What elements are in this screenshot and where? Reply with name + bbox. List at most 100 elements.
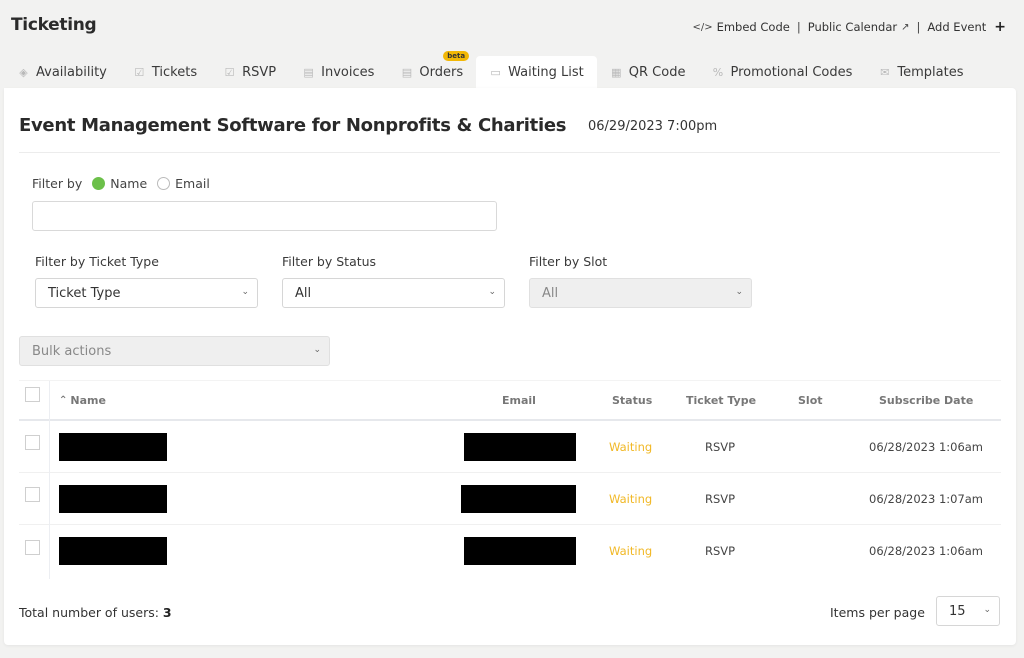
tab-waiting-list[interactable]: ▭ Waiting List (476, 56, 597, 88)
subscribe-date-cell: 06/28/2023 1:06am (869, 544, 984, 558)
tag-icon: ◈ (19, 65, 28, 79)
table-row: Waiting RSVP 06/28/2023 1:07am (19, 473, 1001, 526)
event-title: Event Management Software for Nonprofits… (19, 115, 567, 136)
items-per-page-value: 15 (949, 603, 966, 619)
tab-label: Tickets (151, 64, 198, 80)
chevron-down-icon: ⌄ (241, 287, 249, 297)
select-all-checkbox[interactable] (25, 386, 40, 402)
tab-label: Promotional Codes (730, 64, 853, 80)
tab-invoices[interactable]: ▤ Invoices (289, 56, 387, 88)
app-title: Ticketing (11, 15, 97, 35)
qr-code-icon: ▦ (611, 65, 622, 79)
status-select[interactable]: All ⌄ (282, 278, 505, 308)
status-cell: Waiting (609, 439, 653, 454)
chevron-down-icon: ⌄ (313, 345, 321, 355)
status-cell: Waiting (609, 544, 653, 558)
external-link-icon: ↗ (901, 21, 910, 33)
tab-availability[interactable]: ◈ Availability (4, 56, 120, 88)
items-per-page-select[interactable]: 15 ⌄ (936, 596, 1000, 626)
tab-rsvp[interactable]: ☑ RSVP (210, 56, 289, 88)
status-cell: Waiting (609, 491, 653, 506)
list-icon: ▭ (490, 65, 501, 79)
bulk-actions-select[interactable]: Bulk actions ⌄ (19, 336, 330, 366)
search-input[interactable] (32, 201, 497, 231)
chevron-down-icon: ⌄ (983, 605, 991, 615)
name-header-label: Name (70, 393, 106, 407)
name-cell (59, 525, 167, 577)
items-per-page-label: Items per page (830, 605, 925, 620)
tab-qr-code[interactable]: ▦ QR Code (597, 56, 699, 88)
tab-label: QR Code (628, 64, 686, 80)
tab-label: Availability (36, 64, 107, 80)
row-checkbox[interactable] (25, 539, 40, 555)
radio-name-label: Name (110, 176, 148, 191)
event-date: 06/29/2023 7:00pm (588, 119, 718, 134)
table-body: Waiting RSVP 06/28/2023 1:06am Waiting R… (19, 421, 1001, 579)
chevron-down-icon: ⌄ (735, 287, 743, 297)
row-checkbox[interactable] (25, 487, 40, 502)
tab-label: Templates (897, 64, 964, 80)
slot-column-header: Slot (798, 393, 823, 407)
checkbox-icon: ☑ (224, 65, 235, 79)
chevron-down-icon: ⌄ (488, 287, 496, 297)
email-cell (461, 473, 576, 524)
document-icon: ▤ (303, 65, 314, 79)
separator: | (796, 20, 801, 34)
public-calendar-label: Public Calendar (807, 20, 898, 34)
tab-label: Invoices (321, 64, 375, 80)
subscribe-date-cell: 06/28/2023 1:07am (869, 491, 984, 506)
row-checkbox[interactable] (25, 435, 40, 450)
table-header: ⌃ Name Email Status Ticket Type Slot Sub… (19, 380, 1001, 421)
document-icon: ▤ (401, 65, 413, 79)
tab-templates[interactable]: ✉ Templates (865, 56, 976, 88)
column-divider (49, 473, 50, 526)
radio-selected-indicator[interactable] (92, 177, 106, 190)
radio-unselected-indicator[interactable] (157, 177, 171, 190)
ticket-type-column-header: Ticket Type (686, 393, 757, 407)
radio-email-label: Email (175, 176, 210, 191)
tab-promotional-codes[interactable]: % Promotional Codes (698, 56, 865, 88)
row-checkbox-cell (25, 521, 40, 573)
name-cell (59, 473, 167, 524)
total-users-label: Total number of users: (19, 605, 159, 620)
slot-select[interactable]: All ⌄ (529, 278, 752, 308)
tab-tickets[interactable]: ☑ Tickets (120, 56, 210, 88)
radio-name[interactable]: Name (92, 176, 147, 191)
slot-filter-label: Filter by Slot (529, 254, 608, 269)
add-event-label: Add Event (927, 20, 987, 34)
status-filter-label: Filter by Status (282, 254, 377, 269)
ticket-type-select[interactable]: Ticket Type ⌄ (35, 278, 258, 308)
beta-badge: beta (443, 51, 470, 61)
row-checkbox-cell (25, 417, 40, 468)
slot-select-value: All (542, 285, 559, 301)
embed-code-label: Embed Code (716, 20, 790, 34)
tab-orders[interactable]: ▤ Orders beta (387, 51, 476, 88)
total-users: Total number of users: 3 (19, 605, 172, 620)
public-calendar-link[interactable]: Public Calendar ↗ (808, 20, 910, 34)
radio-email[interactable]: Email (157, 176, 210, 191)
tab-label: Waiting List (508, 64, 584, 80)
subscribe-date-column-header: Subscribe Date (879, 393, 974, 407)
column-divider (49, 525, 50, 579)
row-checkbox-cell (25, 469, 40, 520)
select-all-cell (25, 375, 40, 413)
add-event-link[interactable]: Add Event + (927, 19, 1006, 35)
code-icon: </> (692, 21, 713, 33)
redacted-email (464, 537, 576, 565)
divider (19, 152, 1000, 153)
ticket-type-cell: RSVP (705, 439, 736, 454)
tab-label: RSVP (242, 64, 277, 80)
embed-code-link[interactable]: </> Embed Code (692, 20, 789, 34)
tab-label: Orders (419, 64, 464, 80)
redacted-name (59, 432, 167, 461)
filter-by-group: Filter by Name Email (32, 176, 210, 191)
name-column-header[interactable]: ⌃ Name (59, 381, 106, 419)
checkbox-icon: ☑ (134, 65, 145, 79)
ticket-type-cell: RSVP (705, 491, 736, 506)
email-column-header: Email (502, 393, 536, 407)
waiting-list-table: ⌃ Name Email Status Ticket Type Slot Sub… (19, 380, 1001, 579)
name-cell (59, 421, 167, 472)
table-row: Waiting RSVP 06/28/2023 1:06am (19, 421, 1001, 474)
subscribe-date-cell: 06/28/2023 1:06am (869, 439, 984, 454)
waiting-list-panel: Event Management Software for Nonprofits… (4, 88, 1016, 645)
